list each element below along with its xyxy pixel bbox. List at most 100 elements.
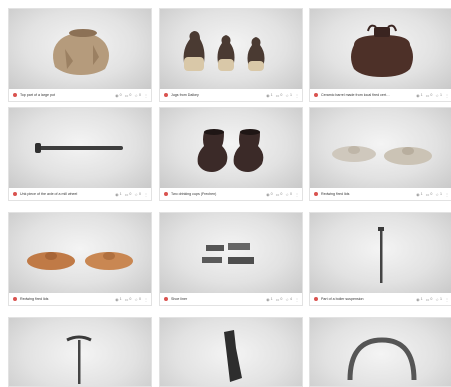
model-thumbnail[interactable] — [310, 213, 451, 293]
more-options-icon[interactable]: ⋮ — [144, 192, 148, 197]
more-options-icon[interactable]: ⋮ — [445, 297, 449, 302]
model-thumbnail[interactable] — [160, 318, 302, 386]
card-footer: Redwing fired lids ◉ 1 ▭ 0 ☆ 1 ⋮ — [310, 188, 451, 200]
eye-icon: ◉ — [266, 92, 270, 98]
eye-icon: ◉ — [115, 92, 119, 98]
views-count: 1 — [420, 93, 423, 97]
comment-icon: ▭ — [124, 191, 129, 197]
likes-stat: ☆ 1 — [435, 93, 442, 98]
card-stats: ◉ 1 ▭ 0 ☆ 1 ⋮ — [413, 192, 449, 197]
more-options-icon[interactable]: ⋮ — [144, 297, 148, 302]
more-options-icon[interactable]: ⋮ — [295, 192, 299, 197]
star-icon: ☆ — [134, 296, 138, 302]
model-card[interactable]: Two drinking cups (Frechen) ◉ 0 ▭ 0 ☆ 0 ⋮ — [159, 107, 303, 201]
comments-stat: ▭ 0 — [426, 192, 433, 197]
views-stat: ◉ 0 — [115, 93, 122, 98]
model-title[interactable]: Ceramic barrel made from local fired cer… — [321, 93, 413, 97]
likes-count: 0 — [139, 93, 141, 97]
model-card[interactable]: Redwing fired lids ◉ 1 ▭ 0 ☆ 0 ⋮ — [8, 212, 152, 306]
likes-stat: ☆ 0 — [134, 297, 141, 302]
likes-count: 1 — [290, 93, 292, 97]
cups-icon — [197, 129, 264, 172]
model-card[interactable] — [309, 317, 451, 387]
eye-icon: ◉ — [416, 191, 420, 197]
card-stats: ◉ 0 ▭ 0 ☆ 0 ⋮ — [263, 192, 299, 197]
model-thumbnail[interactable] — [310, 318, 451, 386]
views-stat: ◉ 1 — [115, 192, 122, 197]
views-stat: ◉ 1 — [416, 192, 423, 197]
likes-count: 0 — [139, 297, 141, 301]
model-thumbnail[interactable] — [310, 9, 451, 89]
comments-count: 0 — [129, 297, 132, 301]
avatar[interactable] — [314, 297, 318, 301]
avatar[interactable] — [13, 192, 17, 196]
views-stat: ◉ 1 — [115, 297, 122, 302]
avatar[interactable] — [164, 192, 168, 196]
blade-icon — [224, 330, 242, 382]
likes-stat: ☆ 4 — [285, 297, 292, 302]
likes-stat: ☆ 1 — [435, 192, 442, 197]
model-card[interactable]: Jugs from Dalkey ◉ 1 ▭ 0 ☆ 1 ⋮ — [159, 8, 303, 102]
model-title[interactable]: Shoe liner — [171, 297, 263, 301]
star-icon: ☆ — [285, 296, 289, 302]
model-title[interactable]: Redwing fired lids — [20, 297, 112, 301]
avatar[interactable] — [13, 297, 17, 301]
model-card[interactable]: Shoe liner ◉ 1 ▭ 0 ☆ 4 ⋮ — [159, 212, 303, 306]
star-icon: ☆ — [435, 296, 439, 302]
more-options-icon[interactable]: ⋮ — [445, 93, 449, 98]
comments-stat: ▭ 0 — [125, 192, 132, 197]
more-options-icon[interactable]: ⋮ — [144, 93, 148, 98]
model-title[interactable]: Two drinking cups (Frechen) — [171, 192, 263, 196]
comments-count: 0 — [280, 192, 283, 196]
comments-stat: ▭ 0 — [426, 297, 433, 302]
model-title[interactable]: Redwing fired lids — [321, 192, 413, 196]
model-thumbnail[interactable] — [9, 318, 151, 386]
model-card[interactable] — [8, 317, 152, 387]
views-count: 1 — [119, 297, 122, 301]
model-title[interactable]: Jugs from Dalkey — [171, 93, 263, 97]
barrel-icon — [351, 24, 413, 77]
views-stat: ◉ 1 — [416, 93, 423, 98]
avatar[interactable] — [13, 93, 17, 97]
avatar[interactable] — [164, 297, 168, 301]
views-count: 1 — [270, 297, 273, 301]
comment-icon: ▭ — [275, 92, 280, 98]
shoe-liner-icon — [202, 243, 254, 264]
model-thumbnail[interactable] — [160, 9, 302, 89]
card-stats: ◉ 1 ▭ 0 ☆ 0 ⋮ — [112, 192, 148, 197]
views-count: 1 — [420, 192, 423, 196]
model-card[interactable] — [159, 317, 303, 387]
model-card[interactable]: Part of a boiler suspension ◉ 1 ▭ 0 ☆ 1 ⋮ — [309, 212, 451, 306]
comment-icon: ▭ — [275, 191, 280, 197]
views-stat: ◉ 1 — [266, 297, 273, 302]
comments-stat: ▭ 0 — [276, 93, 283, 98]
likes-count: 0 — [290, 192, 292, 196]
model-card[interactable]: Unk piece of the axle of a mill wheel ◉ 1… — [8, 107, 152, 201]
eye-icon: ◉ — [115, 191, 119, 197]
model-thumbnail[interactable] — [9, 108, 151, 188]
more-options-icon[interactable]: ⋮ — [295, 93, 299, 98]
likes-stat: ☆ 1 — [285, 93, 292, 98]
model-card[interactable]: Redwing fired lids ◉ 1 ▭ 0 ☆ 1 ⋮ — [309, 107, 451, 201]
model-thumbnail[interactable] — [310, 108, 451, 188]
avatar[interactable] — [314, 93, 318, 97]
card-footer: Two drinking cups (Frechen) ◉ 0 ▭ 0 ☆ 0 ⋮ — [160, 188, 302, 200]
model-card[interactable]: Ceramic barrel made from local fired cer… — [309, 8, 451, 102]
more-options-icon[interactable]: ⋮ — [445, 192, 449, 197]
card-stats: ◉ 1 ▭ 0 ☆ 1 ⋮ — [263, 93, 299, 98]
eye-icon: ◉ — [266, 191, 270, 197]
model-thumbnail[interactable] — [9, 213, 151, 293]
likes-count: 1 — [440, 192, 442, 196]
model-thumbnail[interactable] — [160, 213, 302, 293]
model-card[interactable]: Top part of a large pot ◉ 0 ▭ 0 ☆ 0 ⋮ — [8, 8, 152, 102]
model-thumbnail[interactable] — [160, 108, 302, 188]
model-title[interactable]: Part of a boiler suspension — [321, 297, 413, 301]
model-title[interactable]: Unk piece of the axle of a mill wheel — [20, 192, 112, 196]
more-options-icon[interactable]: ⋮ — [295, 297, 299, 302]
avatar[interactable] — [164, 93, 168, 97]
model-thumbnail[interactable] — [9, 9, 151, 89]
comments-count: 0 — [280, 297, 283, 301]
avatar[interactable] — [314, 192, 318, 196]
model-title[interactable]: Top part of a large pot — [20, 93, 112, 97]
lids-orange-icon — [27, 252, 133, 270]
